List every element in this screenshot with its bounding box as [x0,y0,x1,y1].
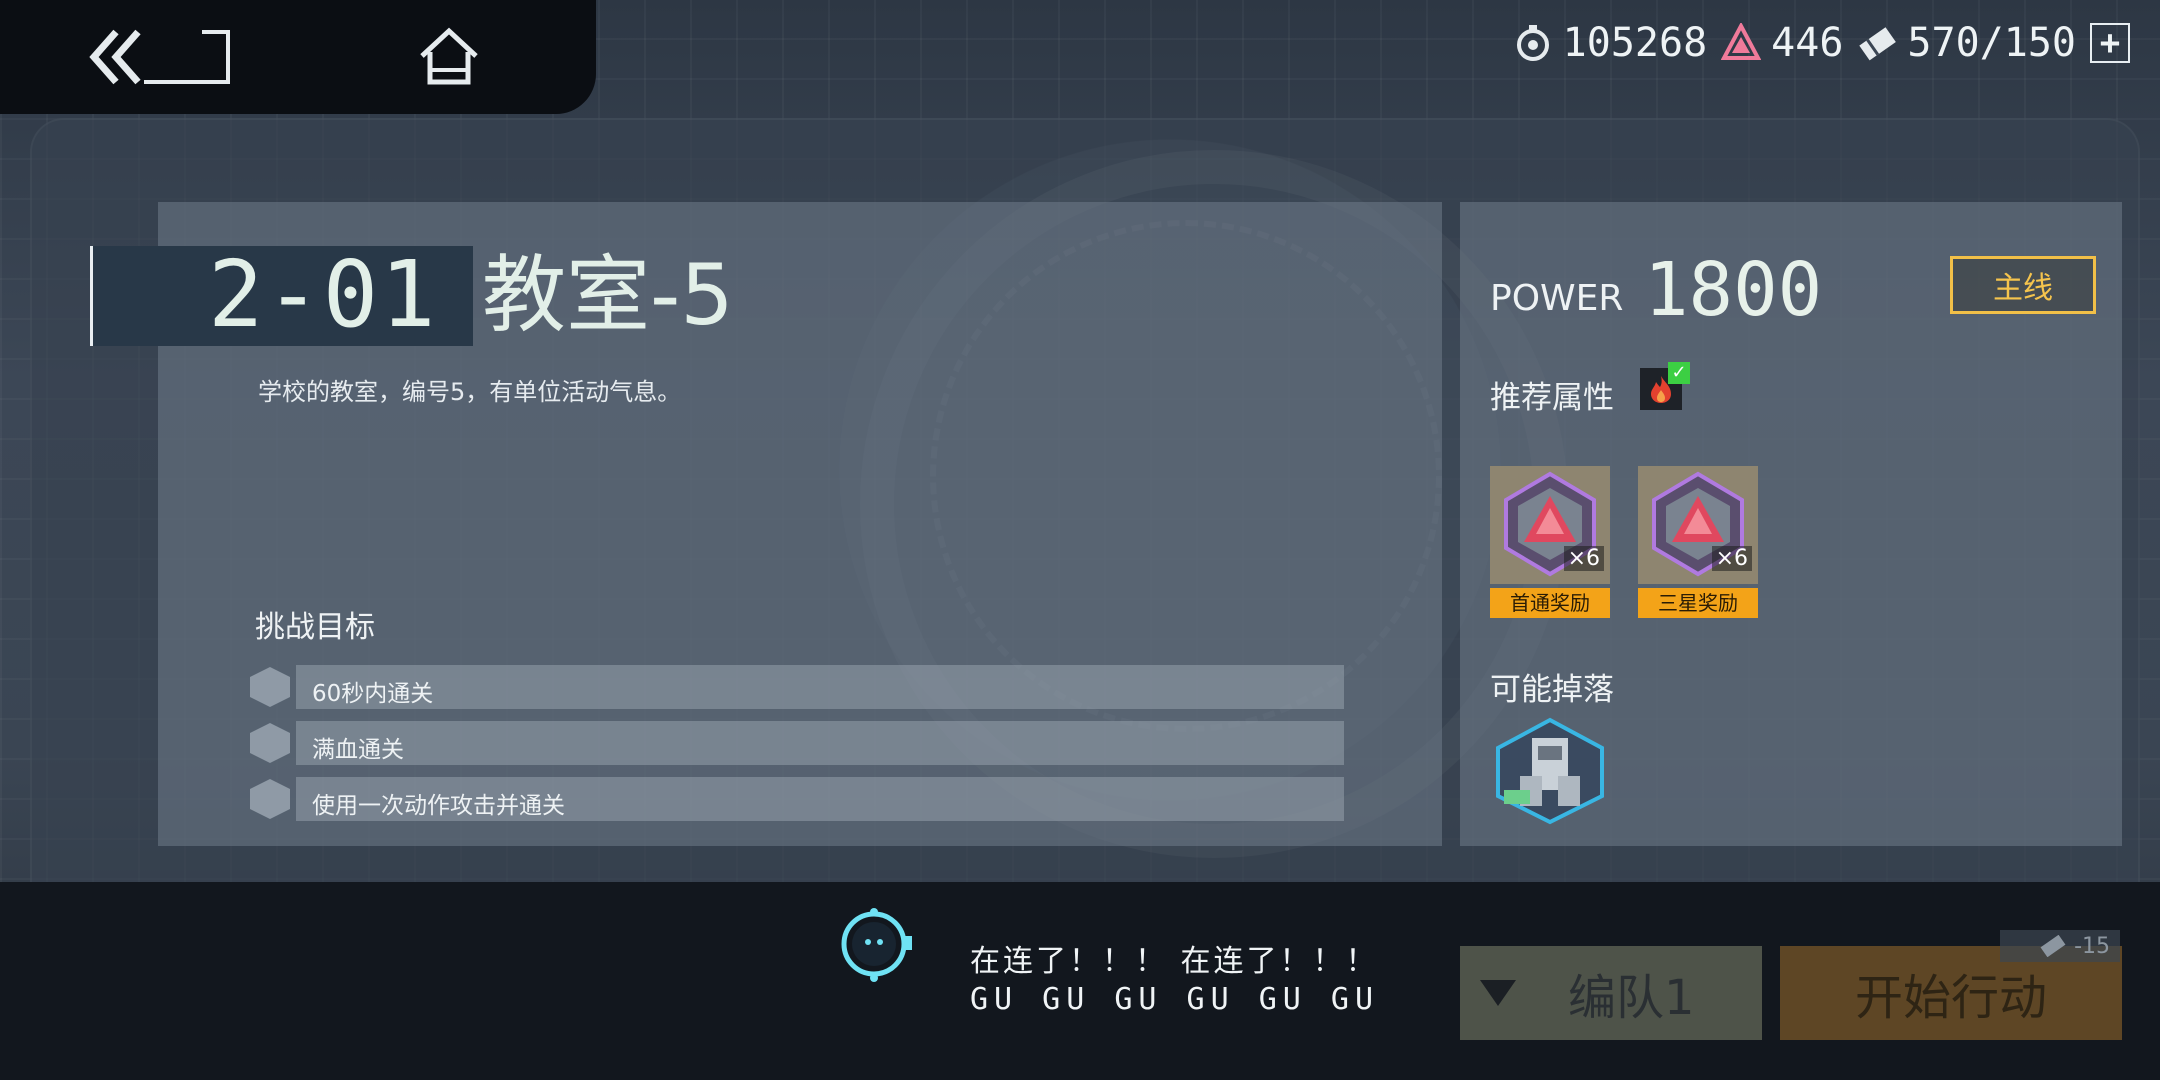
objective-bar [296,665,1344,709]
drop-item[interactable] [1490,716,1610,826]
coin-resource: 105268 [1513,20,1708,66]
recommended-attribute-label: 推荐属性 [1490,380,1614,416]
stamina-cost-tag: -15 [2000,930,2120,962]
resource-bar: 105268 446 570/150 + [1513,16,2130,70]
hexagon-star-icon [250,667,290,707]
objective-text: 满血通关 [312,737,404,763]
stamina-value: 570/150 [1907,20,2076,66]
ticket-icon [1859,27,1897,61]
power-label: POWER [1490,278,1624,319]
objective-item: 60秒内通关 [250,665,1344,709]
coin-value: 105268 [1562,20,1708,66]
hexagon-star-icon [250,723,290,763]
check-icon: ✓ [1668,362,1690,384]
objective-text: 使用一次动作攻击并通关 [312,793,565,819]
stage-id: 2-01 [208,241,438,348]
possible-drops-label: 可能掉落 [1490,672,1614,708]
team-label: 编队1 [1568,970,1695,1026]
objective-item: 满血通关 [250,721,1344,765]
double-chevron-back-icon [89,29,230,85]
gem-resource: 446 [1721,20,1843,66]
back-button[interactable] [88,28,233,86]
mecha-part-icon [1496,717,1604,825]
hexagon-star-icon [250,779,290,819]
add-stamina-button[interactable]: + [2090,23,2130,63]
objective-bar [296,721,1344,765]
gem-icon [1721,23,1762,60]
home-icon [420,27,478,85]
stage-description: 学校的教室，编号5，有单位活动气息。 [258,378,682,406]
stamina-resource: 570/150 [1857,20,2076,66]
message-line-2: GU GU GU GU GU GU [970,982,1380,1017]
coin-icon [1516,25,1549,61]
dropdown-triangle-icon [1480,980,1516,1006]
objective-text: 60秒内通关 [312,681,434,707]
reward-count: ×6 [1711,546,1752,571]
reward-three-star[interactable]: ×6 三星奖励 [1638,466,1758,622]
top-nav [0,0,596,114]
team-select-button[interactable]: 编队1 [1460,946,1762,1040]
objective-item: 使用一次动作攻击并通关 [250,777,1344,821]
stamina-cost: -15 [2074,933,2110,959]
stage-name: 教室-5 [482,246,734,344]
message-line-1: 在连了！！！ 在连了！！！ [970,944,1379,979]
objectives-title: 挑战目标 [255,610,375,645]
ticket-icon [2040,935,2066,957]
reward-tag: 首通奖励 [1490,588,1610,618]
home-button[interactable] [418,26,480,88]
chat-bubble-icon [841,908,912,982]
main-route-badge: 主线 [1950,256,2096,314]
gem-value: 446 [1771,20,1844,66]
reward-tag: 三星奖励 [1638,588,1758,618]
reward-count: ×6 [1563,546,1604,571]
power-value: 1800 [1644,247,1823,333]
reward-first-clear[interactable]: ×6 首通奖励 [1490,466,1610,622]
